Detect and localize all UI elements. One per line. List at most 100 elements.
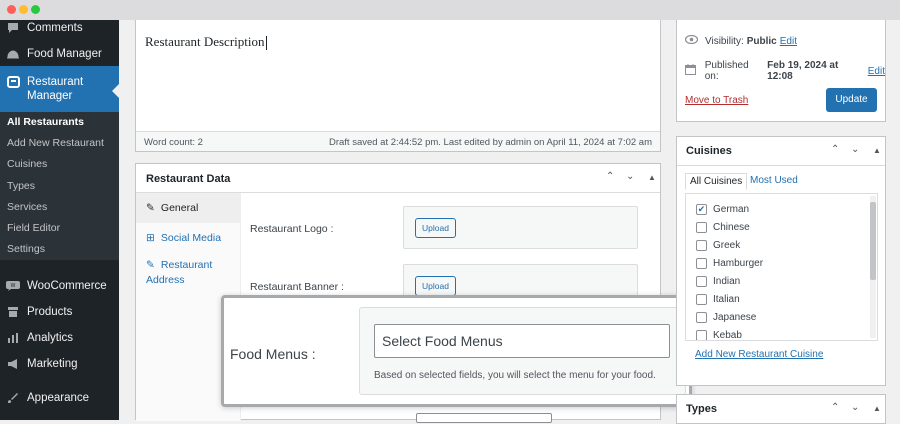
sidebar-item-appearance[interactable]: Appearance [0, 388, 119, 408]
food-menus-help-text: Based on selected fields, you will selec… [374, 370, 656, 381]
cuisine-item-japanese[interactable]: Japanese [696, 312, 756, 323]
checkbox[interactable] [696, 312, 707, 323]
sidebar-item-analytics[interactable]: Analytics [0, 328, 119, 348]
types-title: Types [686, 403, 717, 415]
move-down-icon[interactable]: ⌄ [851, 402, 859, 413]
cuisines-title: Cuisines [686, 145, 732, 157]
tab-restaurant-address[interactable]: ✎ Restaurant Address [136, 258, 241, 288]
comment-icon [6, 21, 20, 35]
move-to-trash-link[interactable]: Move to Trash [685, 95, 748, 106]
move-up-icon[interactable]: ⌃ [831, 402, 839, 413]
cuisine-item-kebab[interactable]: Kebab [696, 330, 742, 340]
minimize-window-button[interactable] [19, 5, 28, 14]
toggle-panel-icon[interactable]: ▲ [873, 146, 881, 155]
food-menus-field: Based on selected fields, you will selec… [359, 307, 686, 395]
sidebar-item-label: Food Manager [27, 48, 102, 60]
toggle-panel-icon[interactable]: ▲ [648, 173, 656, 182]
submenu-types[interactable]: Types [7, 180, 35, 192]
restaurant-submenu: All Restaurants Add New Restaurant Cuisi… [0, 112, 119, 260]
woocommerce-icon: W [6, 279, 20, 293]
restaurant-data-title: Restaurant Data [146, 173, 231, 185]
move-up-icon[interactable]: ⌃ [831, 144, 839, 155]
toggle-panel-icon[interactable]: ▲ [873, 404, 881, 413]
cuisine-item-greek[interactable]: Greek [696, 240, 740, 251]
restaurant-logo-label: Restaurant Logo : [250, 223, 334, 235]
upload-logo-button[interactable]: Upload [415, 218, 456, 238]
food-manager-icon [6, 47, 20, 61]
maximize-window-button[interactable] [31, 5, 40, 14]
products-icon [6, 305, 20, 319]
move-down-icon[interactable]: ⌄ [626, 171, 634, 182]
sidebar-item-woocommerce[interactable]: W WooCommerce [0, 276, 119, 296]
cuisine-item-indian[interactable]: Indian [696, 276, 740, 287]
move-up-icon[interactable]: ⌃ [606, 171, 614, 182]
appearance-icon [6, 391, 20, 405]
sidebar-item-label: WooCommerce [27, 280, 107, 292]
cuisine-item-chinese[interactable]: Chinese [696, 222, 750, 233]
marketing-icon [6, 357, 20, 371]
submenu-settings[interactable]: Settings [7, 243, 45, 255]
submenu-field-editor[interactable]: Field Editor [7, 222, 60, 234]
tab-most-used[interactable]: Most Used [746, 173, 802, 188]
checkbox[interactable]: ✔ [696, 204, 707, 215]
admin-sidebar: Comments Food Manager Restaurant Manager… [0, 20, 119, 420]
checkbox[interactable] [696, 240, 707, 251]
add-new-cuisine-link[interactable]: Add New Restaurant Cuisine [695, 349, 823, 360]
food-menus-callout: Food Menus : Based on selected fields, y… [221, 295, 692, 407]
header-divider [677, 165, 885, 166]
wrench-icon: ✎ [146, 202, 155, 214]
restaurant-banner-label: Restaurant Banner : [250, 281, 344, 293]
published-on-row: Published on: Feb 19, 2024 at 12:08 Edit [685, 60, 885, 82]
draft-status: Draft saved at 2:44:52 pm. Last edited b… [328, 137, 652, 148]
submenu-all-restaurants[interactable]: All Restaurants [7, 116, 84, 128]
scrollbar-thumb[interactable] [870, 202, 876, 280]
description-editor[interactable]: Restaurant Description Word count: 2 Dra… [135, 20, 661, 152]
restaurant-logo-field: Upload [403, 206, 638, 249]
checkbox[interactable] [696, 330, 707, 340]
checkbox[interactable] [696, 258, 707, 269]
sidebar-item-restaurant-manager[interactable]: Restaurant Manager [0, 66, 119, 112]
tab-social-media[interactable]: ⊞ Social Media [136, 223, 241, 253]
edit-visibility-link[interactable]: Edit [780, 36, 797, 47]
sidebar-item-products[interactable]: Products [0, 302, 119, 322]
active-menu-indicator [112, 84, 119, 98]
sidebar-item-food-manager[interactable]: Food Manager [0, 44, 119, 64]
tab-all-cuisines[interactable]: All Cuisines [685, 173, 748, 190]
word-count: Word count: 2 [144, 137, 203, 148]
checkbox[interactable] [696, 294, 707, 305]
submenu-cuisines[interactable]: Cuisines [7, 158, 47, 170]
text-caret [265, 36, 267, 51]
checkbox[interactable] [696, 222, 707, 233]
svg-text:W: W [11, 283, 16, 289]
checkbox[interactable] [696, 276, 707, 287]
select-food-menus-input[interactable] [374, 324, 670, 358]
sidebar-item-label: Marketing [27, 358, 78, 370]
published-date: Feb 19, 2024 at 12:08 [767, 60, 839, 82]
cuisine-item-hamburger[interactable]: Hamburger [696, 258, 763, 269]
sidebar-item-label: Appearance [27, 392, 90, 404]
submenu-services[interactable]: Services [7, 201, 47, 213]
close-window-button[interactable] [7, 5, 16, 14]
food-menus-label: Food Menus : [230, 346, 316, 362]
checklist-scrollbar[interactable] [870, 196, 876, 338]
editor-content[interactable]: Restaurant Description [145, 34, 267, 51]
move-down-icon[interactable]: ⌄ [851, 144, 859, 155]
cuisine-item-italian[interactable]: Italian [696, 294, 740, 305]
visibility-row: Visibility: Public Edit [684, 34, 797, 47]
tab-general[interactable]: ✎ General [136, 193, 241, 223]
publish-metabox: Visibility: Public Edit Published on: Fe… [676, 20, 886, 122]
sidebar-item-marketing[interactable]: Marketing [0, 354, 119, 374]
hidden-field-input[interactable] [416, 413, 552, 423]
submenu-add-new-restaurant[interactable]: Add New Restaurant [7, 137, 104, 149]
cuisines-checklist: ✔ German Chinese Greek Hamburger Indian I… [685, 193, 878, 341]
cuisines-metabox: Cuisines ⌃ ⌄ ▲ All Cuisines Most Used ✔ G… [676, 136, 886, 386]
cuisine-item-german[interactable]: ✔ German [696, 204, 749, 215]
sidebar-item-comments[interactable]: Comments [0, 20, 119, 36]
update-button[interactable]: Update [826, 88, 877, 112]
eye-icon [684, 34, 699, 47]
analytics-icon [6, 331, 20, 345]
visibility-value: Public [746, 35, 777, 47]
upload-banner-button[interactable]: Upload [415, 276, 456, 296]
edit-published-date-link[interactable]: Edit [868, 66, 885, 77]
editor-status-bar: Word count: 2 Draft saved at 2:44:52 pm.… [136, 131, 660, 151]
